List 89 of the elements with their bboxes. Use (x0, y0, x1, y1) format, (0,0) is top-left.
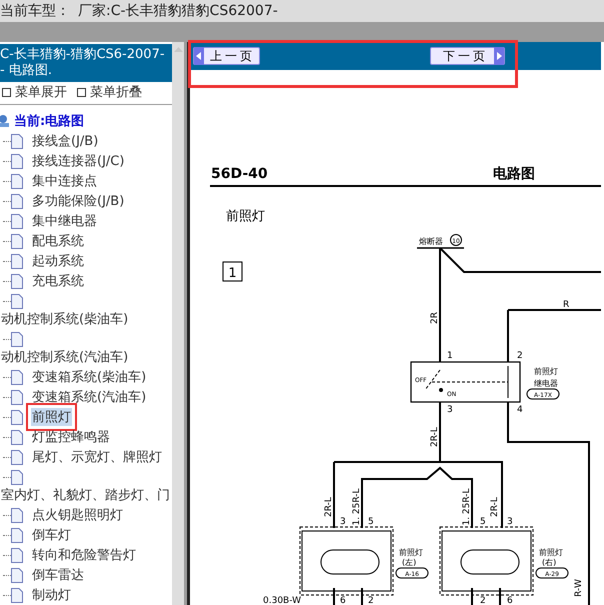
wire-label: R-W (574, 579, 584, 597)
lamp-side: (左) (402, 558, 416, 567)
document-icon (11, 214, 23, 228)
pin-number: 5 (368, 517, 374, 527)
wire-label: 1. 25R-L (462, 488, 472, 526)
wire-label: 2R-L (430, 427, 440, 447)
tree-item[interactable]: 转向和危险警告灯 (31, 546, 137, 564)
document-icon (11, 134, 23, 148)
document-icon (11, 528, 23, 542)
tree-item[interactable]: 配电系统 (31, 232, 85, 250)
document-icon (11, 548, 23, 562)
document-icon (11, 174, 23, 188)
pin-number: 6 (507, 596, 513, 605)
scrollbar[interactable] (172, 42, 184, 605)
pin-number: 3 (447, 405, 453, 415)
page-title: 电路图 (493, 166, 535, 182)
fuse-label: 熔断器 (419, 237, 443, 246)
wire-label: 0.30B-W (263, 596, 301, 605)
tree-item[interactable]: 接线连接器(J/C) (31, 152, 126, 170)
tree-item[interactable]: 变速箱系统(汽油车) (31, 388, 148, 406)
lamp-side: (右) (542, 558, 556, 567)
title-value: 厂家:C-长丰猎豹猎豹CS62007- (78, 2, 278, 20)
document-icon (11, 508, 23, 522)
tree-item[interactable]: 集中连接点 (31, 172, 98, 190)
tree-item[interactable]: 室内灯、礼貌灯、踏步灯、门 (0, 487, 171, 505)
prev-page-button[interactable]: 上一页 (193, 47, 260, 65)
tree-item[interactable]: 变速箱系统(柴油车) (31, 368, 148, 386)
title-label: 当前车型： (0, 2, 70, 20)
pin-number: 3 (507, 517, 513, 527)
document-icon (11, 470, 23, 484)
document-icon (11, 410, 23, 424)
tree-item[interactable]: 灯监控蜂鸣器 (31, 428, 111, 446)
collapse-box-icon (2, 88, 11, 97)
tree-root-item[interactable]: 当前:电路图 (14, 112, 84, 130)
document-icon (11, 390, 23, 404)
section-title: 前照灯 (226, 209, 265, 224)
document-icon (11, 568, 23, 582)
collapse-box-icon (77, 88, 86, 97)
pin-number: 6 (340, 596, 346, 605)
tree-item[interactable]: 倒车灯 (31, 526, 72, 544)
sidebar-header-text: C-长丰猎豹-猎豹CS6-2007- (0, 47, 166, 63)
document-icon (11, 274, 23, 288)
pin-number: 1 (447, 351, 453, 361)
wire-label: 2R (430, 312, 440, 324)
document-icon (11, 370, 23, 384)
pin-number: 2 (368, 596, 374, 605)
relay-label: 前照灯 (534, 367, 558, 376)
page-code: 56D-40 (211, 166, 268, 182)
tree-item[interactable]: 动机控制系统(柴油车) (0, 311, 130, 329)
menu-toggle-link[interactable]: 菜单折叠 (90, 83, 142, 102)
menu-toggle-link[interactable]: 菜单展开 (15, 83, 67, 102)
tree-item[interactable]: 接线盒(J/B) (31, 132, 100, 150)
tree-item[interactable]: 集中继电器 (31, 212, 98, 230)
document-icon (11, 234, 23, 248)
document-icon (11, 588, 23, 602)
scroll-up-icon[interactable] (174, 46, 182, 52)
pin-number: 4 (517, 405, 523, 415)
wire-label: 1. 25R-L (352, 488, 362, 526)
document-icon (11, 294, 23, 308)
pin-number: 2 (480, 596, 486, 605)
tree-item[interactable]: 动机控制系统(汽油车) (0, 349, 130, 367)
document-icon (11, 332, 23, 346)
lamp-label: 前照灯 (399, 548, 423, 557)
pin-number: 5 (480, 517, 486, 527)
relay-label: 继电器 (534, 379, 558, 388)
tree-item[interactable]: 起动系统 (31, 252, 85, 270)
next-page-button[interactable]: 下一页 (430, 47, 505, 65)
sidebar-header-text: - 电路图. (0, 63, 53, 79)
tree-item[interactable]: 点火钥匙照明灯 (31, 506, 124, 524)
wire-label: 2R-L (490, 497, 500, 517)
document-icon (11, 154, 23, 168)
document-icon (11, 254, 23, 268)
document-icon (11, 450, 23, 464)
document-icon (11, 430, 23, 444)
tree-item[interactable]: 充电系统 (31, 272, 85, 290)
wire-label: 2R-L (324, 497, 334, 517)
tree-item[interactable]: 前照灯 (31, 408, 72, 426)
node-icon (0, 114, 10, 128)
tree-item[interactable]: 多功能保险(J/B) (31, 192, 126, 210)
tree-item[interactable]: 尾灯、示宽灯、牌照灯 (31, 448, 163, 466)
pin-number: 2 (517, 351, 523, 361)
document-icon (11, 194, 23, 208)
lamp-label: 前照灯 (539, 548, 563, 557)
wire-label: R (563, 300, 570, 310)
tree-item[interactable]: 倒车雷达 (31, 566, 85, 584)
tree-item[interactable]: 制动灯 (31, 586, 72, 604)
pin-number: 3 (340, 517, 346, 527)
figure-number-box (222, 262, 242, 282)
figure-number: 1 (228, 266, 237, 281)
